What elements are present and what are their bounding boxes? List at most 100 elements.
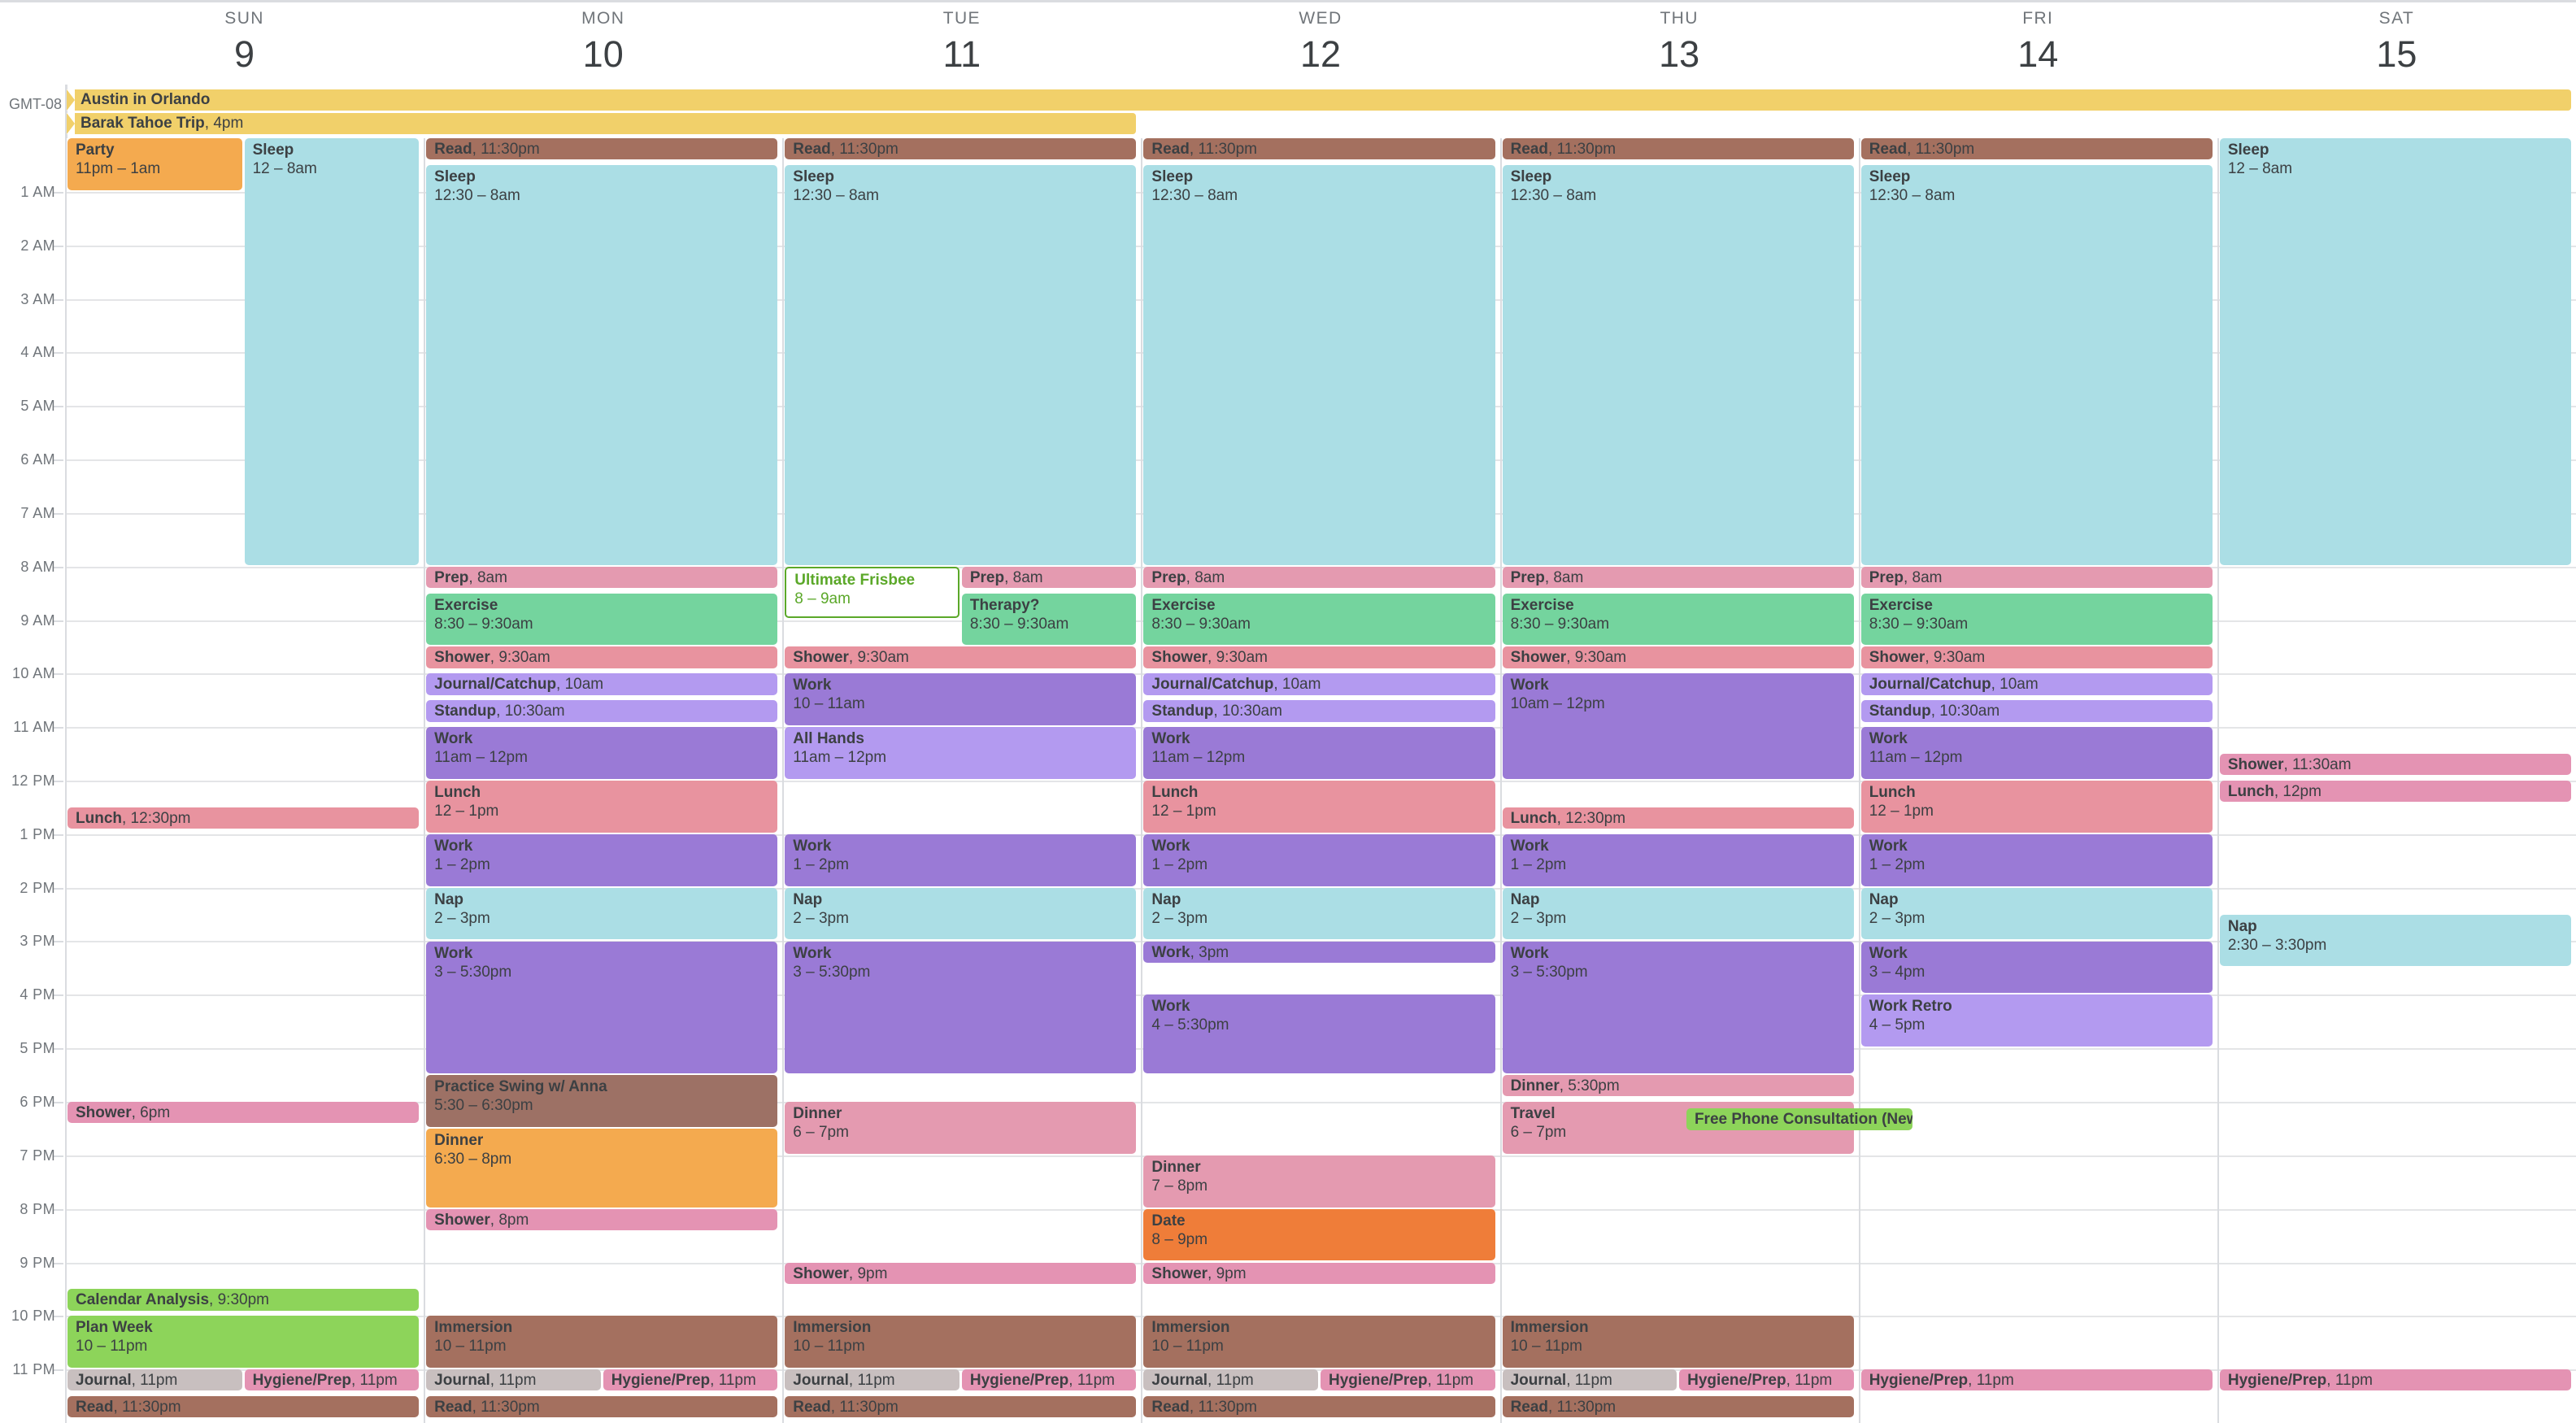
calendar-event[interactable]: Hygiene/Prep, 11pm (2219, 1369, 2571, 1391)
calendar-event[interactable]: Prep, 8am (1502, 566, 1854, 588)
day-header-thu[interactable]: THU 13 (1500, 8, 1859, 76)
calendar-event[interactable]: Dinner 7 – 8pm (1143, 1155, 1495, 1208)
calendar-event[interactable]: Journal/Catchup, 10am (1143, 673, 1495, 695)
calendar-event[interactable]: Journal/Catchup, 10am (426, 673, 778, 695)
calendar-event[interactable]: Date 8 – 9pm (1143, 1208, 1495, 1261)
calendar-event[interactable]: Read, 11:30pm (1143, 1396, 1495, 1418)
calendar-event[interactable]: Prep, 8am (1143, 566, 1495, 588)
day-header-mon[interactable]: MON 10 (424, 8, 782, 76)
calendar-event[interactable]: Hygiene/Prep, 11pm (603, 1369, 778, 1391)
calendar-event[interactable]: Work 10am – 12pm (1502, 673, 1854, 779)
calendar-event[interactable]: Standup, 10:30am (426, 700, 778, 722)
day-number-label[interactable]: 12 (1141, 33, 1499, 76)
calendar-event[interactable]: Shower, 11:30am (2219, 754, 2571, 776)
calendar-event[interactable]: Sleep 12:30 – 8am (1143, 164, 1495, 565)
calendar-event[interactable]: Sleep 12:30 – 8am (785, 164, 1137, 565)
calendar-event[interactable]: Read, 11:30pm (67, 1396, 420, 1418)
calendar-event[interactable]: Work Retro 4 – 5pm (1860, 994, 2213, 1047)
calendar-event[interactable]: Work 3 – 5:30pm (785, 941, 1137, 1074)
all-day-event[interactable]: Austin in Orlando (67, 89, 2571, 111)
calendar-event[interactable]: Work 3 – 4pm (1860, 941, 2213, 994)
calendar-event[interactable]: Hygiene/Prep, 11pm (1860, 1369, 2213, 1391)
calendar-event[interactable]: Lunch, 12pm (2219, 781, 2571, 803)
calendar-event[interactable]: Journal, 11pm (1143, 1369, 1318, 1391)
calendar-event[interactable]: Immersion 10 – 11pm (1502, 1316, 1854, 1369)
day-header-tue[interactable]: TUE 11 (782, 8, 1141, 76)
calendar-event[interactable]: Exercise 8:30 – 9:30am (426, 593, 778, 646)
calendar-event[interactable]: Read, 11:30pm (1143, 138, 1495, 160)
calendar-event[interactable]: Read, 11:30pm (426, 138, 778, 160)
calendar-event[interactable]: Work 1 – 2pm (1860, 833, 2213, 886)
calendar-event[interactable]: All Hands 11am – 12pm (785, 727, 1137, 779)
calendar-event[interactable]: Exercise 8:30 – 9:30am (1502, 593, 1854, 646)
calendar-event[interactable]: Hygiene/Prep, 11pm (961, 1369, 1137, 1391)
calendar-event[interactable]: Nap 2:30 – 3:30pm (2219, 914, 2571, 967)
day-header-sun[interactable]: SUN 9 (65, 8, 424, 76)
calendar-event[interactable]: Journal, 11pm (785, 1369, 959, 1391)
calendar-event[interactable]: Shower, 8pm (426, 1208, 778, 1230)
calendar-event[interactable]: Shower, 9:30am (1502, 646, 1854, 668)
calendar-event[interactable]: Nap 2 – 3pm (1502, 887, 1854, 940)
calendar-event[interactable]: Exercise 8:30 – 9:30am (1143, 593, 1495, 646)
calendar-event[interactable]: Prep, 8am (1860, 566, 2213, 588)
calendar-event[interactable]: Hygiene/Prep, 11pm (1679, 1369, 1854, 1391)
calendar-event-overlay[interactable]: Free Phone Consultation (New (1686, 1108, 1912, 1130)
calendar-event[interactable]: Dinner 6:30 – 8pm (426, 1128, 778, 1208)
calendar-event[interactable]: Lunch, 12:30pm (1502, 807, 1854, 829)
calendar-event[interactable]: Work 3 – 5:30pm (426, 941, 778, 1074)
calendar-event[interactable]: Dinner, 5:30pm (1502, 1075, 1854, 1097)
calendar-event[interactable]: Therapy? 8:30 – 9:30am (961, 593, 1137, 646)
day-header-fri[interactable]: FRI 14 (1859, 8, 2217, 76)
calendar-event[interactable]: Work 3 – 5:30pm (1502, 941, 1854, 1074)
calendar-event[interactable]: Work 11am – 12pm (1860, 727, 2213, 779)
calendar-event[interactable]: Read, 11:30pm (426, 1396, 778, 1418)
calendar-event[interactable]: Read, 11:30pm (785, 1396, 1137, 1418)
calendar-event[interactable]: Sleep 12:30 – 8am (1860, 164, 2213, 565)
calendar-event[interactable]: Sleep 12 – 8am (2219, 138, 2571, 565)
calendar-event[interactable]: Dinner 6 – 7pm (785, 1102, 1137, 1154)
calendar-event[interactable]: Hygiene/Prep, 11pm (244, 1369, 420, 1391)
calendar-event[interactable]: Work 11am – 12pm (426, 727, 778, 779)
calendar-event[interactable]: Read, 11:30pm (1502, 1396, 1854, 1418)
all-day-event-chip[interactable]: Austin in Orlando (67, 89, 2571, 111)
calendar-event[interactable]: Work 4 – 5:30pm (1143, 994, 1495, 1074)
calendar-event[interactable]: Shower, 9:30am (1143, 646, 1495, 668)
calendar-event[interactable]: Nap 2 – 3pm (426, 887, 778, 940)
calendar-event[interactable]: Shower, 9:30am (426, 646, 778, 668)
day-header-wed[interactable]: WED 12 (1141, 8, 1499, 76)
calendar-event[interactable]: Nap 2 – 3pm (1143, 887, 1495, 940)
calendar-event[interactable]: Shower, 9:30am (785, 646, 1137, 668)
calendar-event[interactable]: Lunch 12 – 1pm (1860, 781, 2213, 833)
calendar-event[interactable]: Work 10 – 11am (785, 673, 1137, 726)
calendar-event[interactable]: Work 1 – 2pm (1502, 833, 1854, 886)
calendar-event[interactable]: Plan Week 10 – 11pm (67, 1316, 420, 1369)
all-day-event-chip[interactable]: Barak Tahoe Trip, 4pm (67, 113, 1137, 134)
calendar-event[interactable]: Work, 3pm (1143, 941, 1495, 963)
calendar-event[interactable]: Read, 11:30pm (785, 138, 1137, 160)
calendar-event[interactable]: Work 11am – 12pm (1143, 727, 1495, 779)
calendar-event[interactable]: Hygiene/Prep, 11pm (1321, 1369, 1495, 1391)
calendar-event[interactable]: Journal/Catchup, 10am (1860, 673, 2213, 695)
calendar-event[interactable]: Sleep 12 – 8am (244, 138, 420, 565)
calendar-event[interactable]: Work 1 – 2pm (785, 833, 1137, 886)
calendar-event[interactable]: Lunch 12 – 1pm (426, 781, 778, 833)
day-number-label[interactable]: 13 (1500, 33, 1859, 76)
day-number-label[interactable]: 14 (1859, 33, 2217, 76)
calendar-event[interactable]: Immersion 10 – 11pm (426, 1316, 778, 1369)
calendar-event[interactable]: Party 11pm – 1am (67, 138, 242, 190)
day-header-sat[interactable]: SAT 15 (2217, 8, 2576, 76)
calendar-event[interactable]: Standup, 10:30am (1860, 700, 2213, 722)
calendar-event[interactable]: Prep, 8am (426, 566, 778, 588)
calendar-event[interactable]: Journal, 11pm (67, 1369, 242, 1391)
calendar-event[interactable]: Read, 11:30pm (1502, 138, 1854, 160)
calendar-event[interactable]: Lunch 12 – 1pm (1143, 781, 1495, 833)
calendar-event[interactable]: Shower, 9:30am (1860, 646, 2213, 668)
calendar-event[interactable]: Exercise 8:30 – 9:30am (1860, 593, 2213, 646)
day-number-label[interactable]: 15 (2217, 33, 2576, 76)
calendar-event[interactable]: Work 1 – 2pm (1143, 833, 1495, 886)
calendar-event[interactable]: Shower, 9pm (1143, 1262, 1495, 1284)
calendar-event[interactable]: Nap 2 – 3pm (1860, 887, 2213, 940)
calendar-event[interactable]: Practice Swing w/ Anna 5:30 – 6:30pm (426, 1075, 778, 1127)
calendar-event[interactable]: Shower, 6pm (67, 1102, 420, 1124)
calendar-event[interactable]: Sleep 12:30 – 8am (426, 164, 778, 565)
